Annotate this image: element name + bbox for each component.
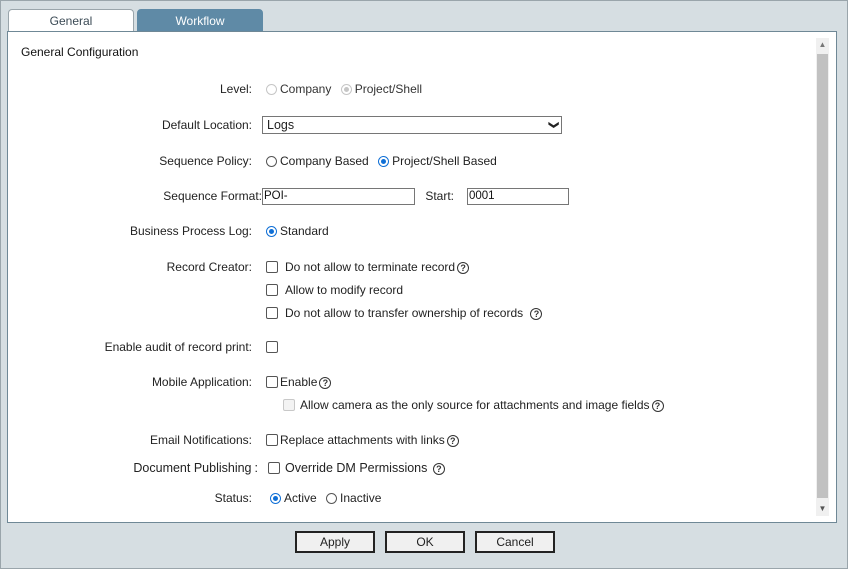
default-location-value: Logs [267, 118, 295, 132]
level-label: Level: [219, 82, 252, 96]
vertical-scrollbar[interactable]: ▲ ▼ [816, 38, 829, 516]
mobile-camera-row: Allow camera as the only source for atta… [8, 396, 838, 414]
tab-general[interactable]: General [8, 9, 134, 32]
modify-record-label: Allow to modify record [285, 283, 404, 297]
mobile-camera-control: Allow camera as the only source for atta… [283, 396, 664, 414]
sequence-policy-options: Company Based Project/Shell Based [266, 152, 503, 170]
modify-record-checkbox[interactable] [266, 284, 278, 296]
mobile-application-label: Mobile Application: [151, 375, 252, 389]
record-creator-option-transfer: Do not allow to transfer ownership of re… [266, 304, 543, 322]
mobile-application-row: Mobile Application: Enable? [8, 373, 838, 391]
default-location-label: Default Location: [161, 118, 252, 132]
help-icon[interactable]: ? [432, 463, 445, 475]
scroll-up-arrow-icon[interactable]: ▲ [816, 38, 829, 52]
level-project-shell-label: Project/Shell [354, 82, 423, 96]
business-process-log-options: Standard [266, 222, 329, 240]
transfer-ownership-label: Do not allow to transfer ownership of re… [285, 306, 524, 320]
sequence-format-label: Sequence Format: [163, 189, 262, 203]
record-creator-row-3: Do not allow to transfer ownership of re… [8, 304, 838, 322]
business-process-log-standard-label: Standard [280, 224, 329, 238]
audit-print-control [266, 338, 282, 356]
general-configuration-panel: General Configuration Level: Company Pro… [7, 31, 837, 523]
level-row: Level: Company Project/Shell [8, 80, 838, 98]
status-inactive-radio[interactable] [326, 493, 338, 504]
sequence-policy-project-radio[interactable] [378, 156, 390, 167]
record-creator-option-modify: Allow to modify record [266, 281, 403, 299]
default-location-row: Default Location: Logs ❯ [8, 116, 838, 134]
ok-button[interactable]: OK [385, 531, 465, 553]
record-creator-label: Record Creator: [166, 260, 252, 274]
sequence-policy-row: Sequence Policy: Company Based Project/S… [8, 152, 838, 170]
sequence-policy-project-label: Project/Shell Based [392, 154, 497, 168]
mobile-application-control: Enable? [266, 373, 332, 391]
start-label: Start: [425, 189, 454, 203]
help-icon[interactable]: ? [457, 262, 470, 274]
override-dm-checkbox[interactable] [268, 462, 280, 474]
business-process-log-label: Business Process Log: [129, 224, 252, 238]
level-options: Company Project/Shell [266, 80, 428, 98]
mobile-enable-label: Enable [280, 375, 318, 389]
sequence-policy-company-label: Company Based [280, 154, 369, 168]
level-company-label: Company [280, 82, 332, 96]
document-publishing-control: Override DM Permissions ? [268, 459, 445, 477]
sequence-format-row: Sequence Format: POI- Start: 0001 [8, 187, 838, 205]
scroll-down-arrow-icon[interactable]: ▼ [816, 502, 829, 516]
status-inactive-label: Inactive [340, 491, 382, 505]
status-options: Active Inactive [266, 489, 381, 507]
replace-attachments-label: Replace attachments with links [280, 433, 445, 447]
status-active-label: Active [284, 491, 317, 505]
panel-title: General Configuration [21, 45, 139, 59]
transfer-ownership-checkbox[interactable] [266, 307, 278, 319]
document-publishing-label: Document Publishing: [133, 461, 258, 475]
tab-workflow[interactable]: Workflow [137, 9, 263, 31]
camera-only-checkbox[interactable] [283, 399, 295, 411]
start-input[interactable]: 0001 [467, 188, 569, 205]
cancel-button[interactable]: Cancel [475, 531, 555, 553]
help-icon[interactable]: ? [446, 435, 459, 447]
help-icon[interactable]: ? [530, 308, 543, 320]
sequence-policy-label: Sequence Policy: [159, 154, 252, 168]
email-notifications-control: Replace attachments with links? [266, 431, 459, 449]
record-creator-row-2: Allow to modify record [8, 281, 838, 299]
status-label: Status: [214, 491, 252, 505]
audit-print-label: Enable audit of record print: [104, 340, 252, 354]
camera-only-label: Allow camera as the only source for atta… [300, 398, 650, 412]
level-project-shell-radio[interactable] [340, 84, 352, 95]
apply-button[interactable]: Apply [295, 531, 375, 553]
help-icon[interactable]: ? [651, 400, 664, 412]
terminate-record-checkbox[interactable] [266, 261, 278, 273]
help-icon[interactable]: ? [319, 377, 332, 389]
scroll-thumb[interactable] [817, 54, 828, 498]
mobile-enable-checkbox[interactable] [266, 376, 278, 388]
record-creator-option-terminate: Do not allow to terminate record? [266, 258, 470, 276]
chevron-down-icon: ❯ [547, 120, 559, 130]
email-notifications-label: Email Notifications: [149, 433, 252, 447]
audit-print-row: Enable audit of record print: [8, 338, 838, 356]
sequence-format-input[interactable]: POI- [262, 188, 415, 205]
business-process-log-row: Business Process Log: Standard [8, 222, 838, 240]
audit-print-checkbox[interactable] [266, 341, 278, 353]
email-notifications-row: Email Notifications: Replace attachments… [8, 431, 838, 449]
default-location-select[interactable]: Logs ❯ [262, 116, 562, 134]
override-dm-label: Override DM Permissions [285, 461, 428, 475]
status-active-radio[interactable] [270, 493, 281, 504]
record-creator-row: Record Creator: Do not allow to terminat… [8, 258, 838, 276]
status-row: Status: Active Inactive [8, 489, 838, 507]
replace-attachments-checkbox[interactable] [266, 434, 278, 446]
business-process-log-standard-radio[interactable] [266, 226, 277, 237]
level-company-radio[interactable] [266, 84, 277, 95]
terminate-record-label: Do not allow to terminate record [285, 260, 456, 274]
document-publishing-row: Document Publishing: Override DM Permiss… [8, 459, 838, 477]
sequence-policy-company-radio[interactable] [266, 156, 277, 167]
